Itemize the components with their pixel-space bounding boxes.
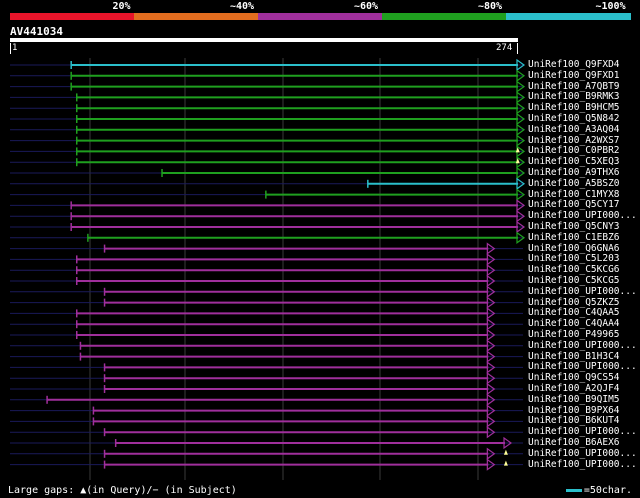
hit-label[interactable]: UniRef100_Q9FXD1	[528, 70, 620, 81]
hit-label[interactable]: UniRef100_B9HCM5	[528, 102, 620, 113]
scale-swatch	[565, 488, 582, 492]
hit-label[interactable]: UniRef100_Q9CS54	[528, 372, 620, 383]
gap-legend-text: Large gaps: ▲(in Query)/− (in Subject)	[8, 485, 237, 496]
hit-label[interactable]: UniRef100_A2WXS7	[528, 135, 620, 146]
hit-label[interactable]: UniRef100_UPI000...	[528, 448, 637, 459]
length-scale: =50char.	[565, 485, 632, 496]
hit-label[interactable]: UniRef100_Q6GNA6	[528, 243, 620, 254]
hit-label[interactable]: UniRef100_B1H3C4	[528, 351, 620, 362]
query-gap-marker	[503, 449, 508, 455]
hit-label[interactable]: UniRef100_A7QBT9	[528, 81, 620, 92]
hit-label[interactable]: UniRef100_Q5ZKZ5	[528, 297, 620, 308]
scale-text: =50char.	[583, 485, 632, 496]
hit-label[interactable]: UniRef100_UPI000...	[528, 361, 637, 372]
hit-label[interactable]: UniRef100_UPI000...	[528, 210, 637, 221]
hit-label[interactable]: UniRef100_A5BSZ0	[528, 178, 620, 189]
hit-label[interactable]: UniRef100_B9RMK3	[528, 91, 620, 102]
hit-label[interactable]: UniRef100_P49965	[528, 329, 620, 340]
hit-label[interactable]: UniRef100_Q5CY17	[528, 199, 620, 210]
hit-label[interactable]: UniRef100_A3AQ04	[528, 124, 620, 135]
query-gap-marker	[503, 460, 508, 466]
hit-label[interactable]: UniRef100_UPI000...	[528, 340, 637, 351]
hit-label[interactable]: UniRef100_Q5N842	[528, 113, 620, 124]
hit-label[interactable]: UniRef100_B9QIM5	[528, 394, 620, 405]
hit-label[interactable]: UniRef100_C4QAA4	[528, 318, 620, 329]
hit-label[interactable]: UniRef100_C5XEQ3	[528, 156, 620, 167]
hit-label[interactable]: UniRef100_Q5CNY3	[528, 221, 620, 232]
blast-graphic-view: { "identity_scale": [ {"label": "20%", "…	[0, 0, 640, 498]
hit-label[interactable]: UniRef100_B9PX64	[528, 405, 620, 416]
hit-label[interactable]: UniRef100_B6AEX6	[528, 437, 620, 448]
hit-label[interactable]: UniRef100_B6KUT4	[528, 415, 620, 426]
hit-label[interactable]: UniRef100_C0PBR2	[528, 145, 620, 156]
hit-label[interactable]: UniRef100_C1EBZ6	[528, 232, 620, 243]
hit-label[interactable]: UniRef100_UPI000...	[528, 426, 637, 437]
hit-label[interactable]: UniRef100_C5KCG6	[528, 264, 620, 275]
hit-label[interactable]: UniRef100_A9THX6	[528, 167, 620, 178]
hit-label[interactable]: UniRef100_C5KCG5	[528, 275, 620, 286]
gap-legend: Large gaps: ▲(in Query)/− (in Subject)	[8, 485, 237, 496]
hit-label[interactable]: UniRef100_Q9FXD4	[528, 59, 620, 70]
hit-label[interactable]: UniRef100_UPI000...	[528, 286, 637, 297]
hit-label[interactable]: UniRef100_C5L203	[528, 253, 620, 264]
hit-label[interactable]: UniRef100_C4QAA5	[528, 307, 620, 318]
hit-label[interactable]: UniRef100_UPI000...	[528, 459, 637, 470]
hit-label[interactable]: UniRef100_A2QJF4	[528, 383, 620, 394]
hit-label[interactable]: UniRef100_C1MYX8	[528, 189, 620, 200]
